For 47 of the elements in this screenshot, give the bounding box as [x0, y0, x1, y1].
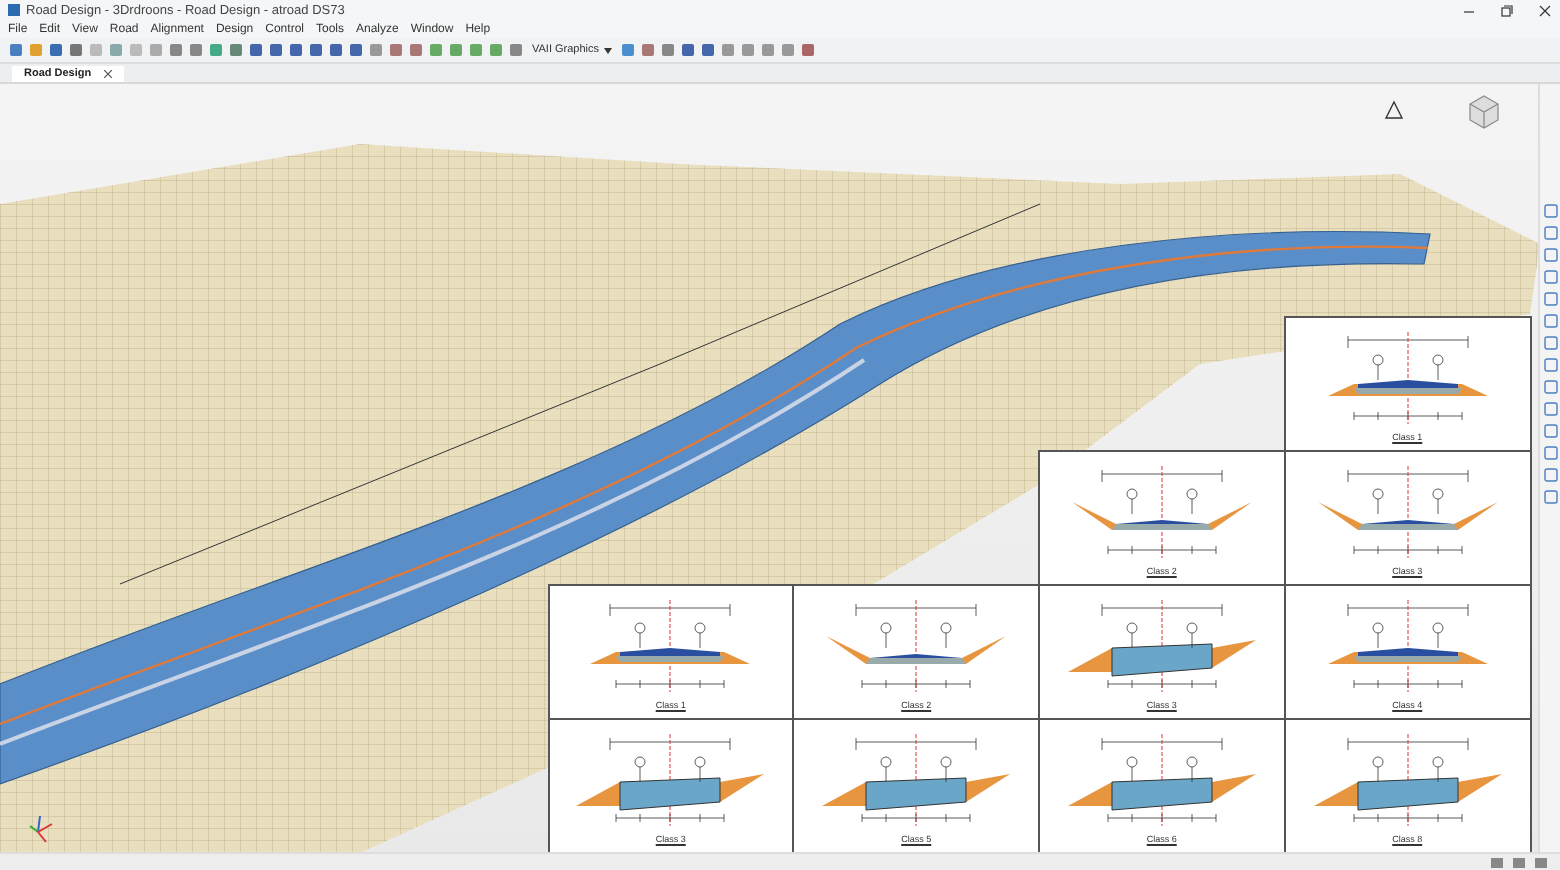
marker-icon: [1186, 756, 1198, 783]
marker-icon: [1371, 756, 1383, 783]
caret-icon: [603, 47, 612, 53]
app-icon: [8, 4, 20, 16]
marker-icon: [1431, 622, 1443, 649]
centerline: [1406, 331, 1408, 425]
marker-icon: [635, 622, 647, 649]
view-cube-icon[interactable]: [1466, 94, 1502, 130]
dimension-lines-drawing: [610, 737, 732, 823]
marker-icon: [1126, 488, 1138, 515]
marker-icon: [1186, 622, 1198, 649]
marker-icon: [635, 756, 647, 783]
dimension-lines-drawing: [1101, 737, 1223, 823]
marker-icon: [940, 756, 952, 783]
dimension-lines-drawing: [1346, 603, 1468, 689]
dimension-lines-drawing: [1346, 335, 1468, 421]
marker-icon: [1431, 488, 1443, 515]
marker-icon: [1371, 354, 1383, 381]
dimension-lines-drawing: [1101, 469, 1223, 555]
marker-icon: [940, 622, 952, 649]
dimension-lines-drawing: [1346, 737, 1468, 823]
marker-icon: [695, 622, 707, 649]
dimension-lines-drawing: [855, 603, 977, 689]
marker-icon: [695, 756, 707, 783]
centerline: [670, 599, 672, 693]
marker-icon: [1186, 488, 1198, 515]
dimension-lines-drawing: [1101, 603, 1223, 689]
centerline: [1406, 465, 1408, 559]
dimension-lines-drawing: [1346, 469, 1468, 555]
marker-icon: [1371, 622, 1383, 649]
axis-triad-icon: [28, 812, 56, 844]
marker-icon: [880, 756, 892, 783]
centerline: [1161, 465, 1163, 559]
close-icon[interactable]: [1538, 3, 1552, 17]
restore-icon[interactable]: [1500, 3, 1514, 17]
marker-icon: [1126, 756, 1138, 783]
centerline: [1406, 599, 1408, 693]
marker-icon: [1371, 488, 1383, 515]
dimension-lines-drawing: [610, 603, 732, 689]
dimension-lines-drawing: [855, 737, 977, 823]
marker-icon: [880, 622, 892, 649]
centerline: [915, 599, 917, 693]
marker-icon: [1431, 354, 1443, 381]
warning-icon: [1384, 100, 1404, 120]
marker-icon: [1126, 622, 1138, 649]
close-icon[interactable]: [103, 70, 112, 78]
marker-icon: [1431, 756, 1443, 783]
